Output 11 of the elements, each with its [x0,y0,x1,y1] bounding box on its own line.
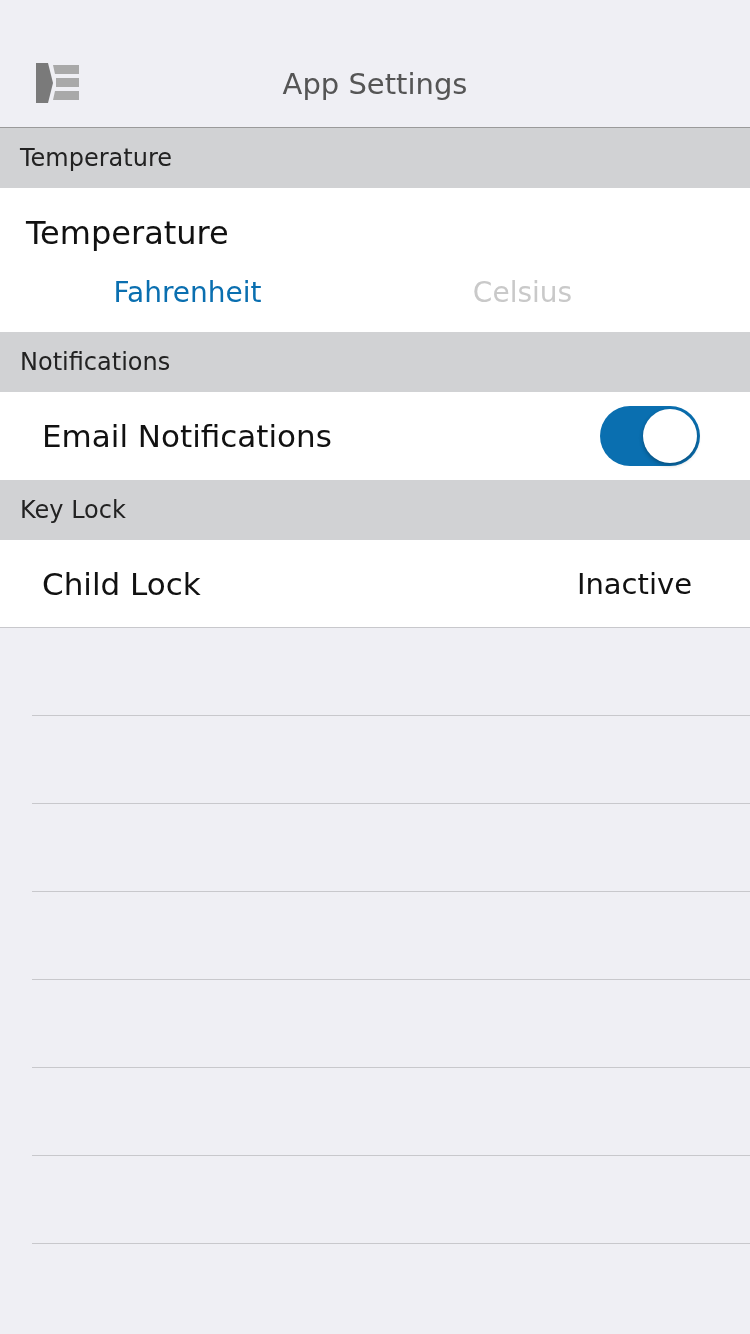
setting-label: Email Notifications [42,418,332,454]
section-header: Temperature [0,128,750,188]
setting-label: Temperature [26,214,229,252]
unit-option[interactable]: Fahrenheit [113,275,262,309]
section-header: Key Lock [0,480,750,540]
menu-icon[interactable] [34,61,80,105]
section-header: Notifications [0,332,750,392]
setting-label: Child Lock [42,566,201,602]
page-title: App Settings [282,66,468,101]
toggle-switch[interactable] [600,406,700,466]
setting-value: Inactive [576,567,692,601]
